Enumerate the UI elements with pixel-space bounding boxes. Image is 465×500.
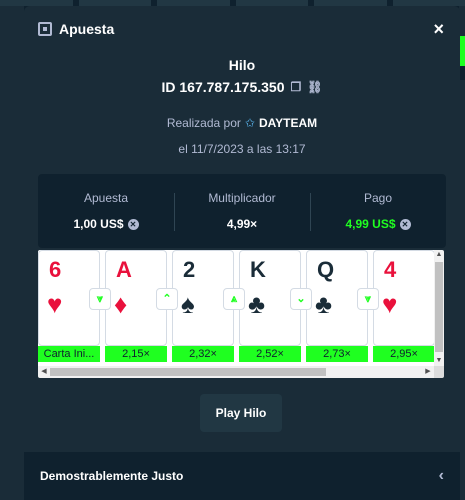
stat-multiplier: Multiplicador 4,99× xyxy=(174,191,310,231)
copy-icon[interactable]: ❐ xyxy=(291,80,302,94)
card-suit-icon: ♣ xyxy=(315,289,333,319)
lower-icon: ⩔ xyxy=(89,288,111,310)
close-button[interactable]: × xyxy=(433,19,444,40)
username-link[interactable]: DAYTEAM xyxy=(259,116,317,130)
cards-track: 6 ♥ Carta Ini... A ♦ 2,15× ⩔ 2 ♠ 2,32× ⌃ K ♣ 2,52× ⩓ Q ♣… xyxy=(38,250,434,366)
multiplier-value: 4,99× xyxy=(226,217,258,231)
stat-bet: Apuesta 1,00 US$ ✕ xyxy=(38,191,174,231)
provably-fair-title: Demostrablemente Justo xyxy=(40,469,184,483)
lower-or-equal-icon: ⩔ xyxy=(357,288,379,310)
chevron-left-icon[interactable]: ‹ xyxy=(439,467,444,485)
card-multiplier-label: 2,52× xyxy=(239,346,301,362)
stat-payout: Pago 4,99 US$ ✕ xyxy=(310,191,446,231)
card-rank: 6 xyxy=(49,257,62,282)
vip-star-icon: ✩ xyxy=(244,116,255,130)
link-icon[interactable]: ⛓ xyxy=(307,80,322,94)
card-suit-icon: ♠ xyxy=(181,289,195,319)
card-multiplier-label: Carta Ini... xyxy=(38,346,100,362)
currency-icon: ✕ xyxy=(399,218,411,230)
bet-label: Apuesta xyxy=(83,191,129,205)
card-suit-icon: ♦ xyxy=(114,289,128,319)
background-sidebar xyxy=(0,6,24,500)
game-name: Hilo xyxy=(228,57,256,73)
modal-title: Apuesta xyxy=(59,21,115,37)
card-rank: A xyxy=(116,257,132,282)
horizontal-scrollbar[interactable]: ◀ ▶ xyxy=(38,366,434,378)
card-rank: Q xyxy=(317,257,335,282)
scroll-right-icon[interactable]: ▶ xyxy=(422,366,434,378)
placed-by: Realizada por ✩ DAYTEAM xyxy=(24,116,460,130)
card-multiplier-label: 2,32× xyxy=(172,346,234,362)
multiplier-label: Multiplicador xyxy=(208,191,276,205)
modal-header: Apuesta × xyxy=(24,6,460,52)
currency-icon: ✕ xyxy=(127,218,139,230)
card-rank: K xyxy=(250,257,266,282)
card-suit-icon: ♥ xyxy=(382,289,398,319)
vertical-scroll-thumb[interactable] xyxy=(435,262,443,352)
horizontal-scroll-thumb[interactable] xyxy=(50,368,326,376)
provably-fair-bar[interactable]: Demostrablemente Justo ‹ xyxy=(24,452,460,500)
card-suit-icon: ♣ xyxy=(248,289,266,319)
card-suit-icon: ♥ xyxy=(47,289,63,319)
higher-icon: ⌃ xyxy=(156,288,178,310)
card-rank: 4 xyxy=(384,257,397,282)
payout-value: 4,99 US$ xyxy=(345,217,396,231)
play-hilo-button[interactable]: Play Hilo xyxy=(200,394,282,432)
card-multiplier-label: 2,73× xyxy=(306,346,368,362)
playing-card: 4 ♥ xyxy=(373,250,434,346)
card-multiplier-label: 2,95× xyxy=(373,346,434,362)
higher-or-equal-icon: ⩓ xyxy=(223,288,245,310)
scrollbar-corner xyxy=(434,366,444,378)
payout-label: Pago xyxy=(363,191,393,205)
card-multiplier-label: 2,15× xyxy=(105,346,167,362)
card-rank: 2 xyxy=(183,257,196,282)
cards-scroll-area[interactable]: 6 ♥ Carta Ini... A ♦ 2,15× ⩔ 2 ♠ 2,32× ⌃ K ♣ 2,52× ⩓ Q ♣… xyxy=(38,250,444,378)
bet-modal: Apuesta × Hilo ID 167.787.175.350 ❐ ⛓ Re… xyxy=(24,6,460,500)
bet-value: 1,00 US$ xyxy=(73,217,124,231)
bet-id: ID 167.787.175.350 xyxy=(161,79,285,95)
scroll-left-icon[interactable]: ◀ xyxy=(38,366,50,378)
vertical-scrollbar[interactable]: ▲ ▼ xyxy=(434,250,444,366)
bet-id-row: ID 167.787.175.350 ❐ ⛓ xyxy=(24,79,460,95)
bet-date: el 11/7/2023 a las 13:17 xyxy=(178,142,306,156)
lower-icon: ⌄ xyxy=(290,288,312,310)
placed-by-prefix: Realizada por xyxy=(166,116,241,130)
scroll-down-icon[interactable]: ▼ xyxy=(434,356,444,366)
stats-panel: Apuesta 1,00 US$ ✕ Multiplicador 4,99× Pa… xyxy=(38,174,446,248)
ticket-icon xyxy=(38,22,52,36)
scroll-up-icon[interactable]: ▲ xyxy=(434,250,444,260)
